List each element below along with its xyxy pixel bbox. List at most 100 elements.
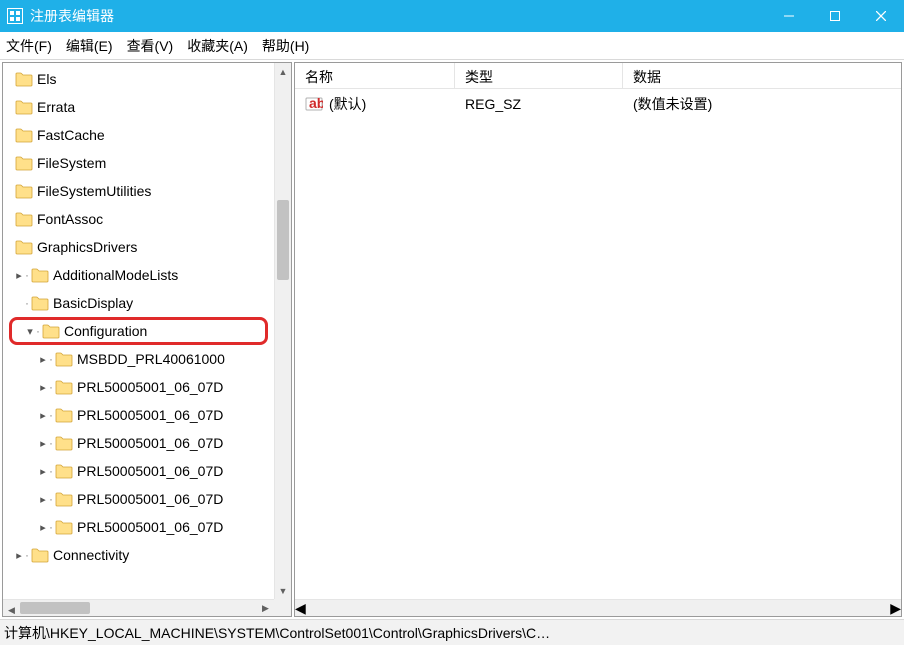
tree-hscroll-thumb[interactable] bbox=[20, 602, 90, 614]
tree-item-label: PRL50005001_06_07D bbox=[77, 435, 223, 451]
column-header-name[interactable]: 名称 bbox=[295, 63, 455, 88]
tree-item-filesystem[interactable]: FileSystem bbox=[3, 149, 274, 177]
folder-icon bbox=[15, 128, 33, 143]
minimize-button[interactable] bbox=[766, 0, 812, 32]
tree-item-label: AdditionalModeLists bbox=[53, 267, 178, 283]
tree-expander-icon[interactable]: ▸ bbox=[37, 521, 49, 534]
tree-item-prl50005001-06-07d[interactable]: ▸·PRL50005001_06_07D bbox=[3, 513, 274, 541]
values-horizontal-scrollbar[interactable]: ◀ ▶ bbox=[295, 599, 901, 616]
tree-item-label: MSBDD_PRL40061000 bbox=[77, 351, 225, 367]
column-header-data[interactable]: 数据 bbox=[623, 63, 901, 88]
column-header-type[interactable]: 类型 bbox=[455, 63, 623, 88]
scroll-left-icon[interactable]: ◀ bbox=[3, 602, 20, 617]
menu-view[interactable]: 查看(V) bbox=[127, 36, 174, 56]
values-panel: 名称 类型 数据 ab(默认)REG_SZ(数值未设置) ◀ ▶ bbox=[294, 62, 902, 617]
main-area: Els Errata FastCacheFileSystemFileSystemUt… bbox=[0, 60, 904, 619]
tree-item-label: GraphicsDrivers bbox=[37, 239, 137, 255]
value-name: (默认) bbox=[329, 94, 366, 114]
value-data: (数值未设置) bbox=[623, 94, 901, 114]
tree-item-label: Connectivity bbox=[53, 547, 129, 563]
titlebar[interactable]: 注册表编辑器 bbox=[0, 0, 904, 32]
tree-item-label: PRL50005001_06_07D bbox=[77, 407, 223, 423]
folder-icon bbox=[55, 520, 73, 535]
tree-line: · bbox=[49, 352, 53, 366]
tree-item-prl50005001-06-07d[interactable]: ▸·PRL50005001_06_07D bbox=[3, 485, 274, 513]
tree-line: · bbox=[25, 296, 29, 310]
menu-edit[interactable]: 编辑(E) bbox=[66, 36, 113, 56]
tree-item-label: Els bbox=[37, 71, 56, 87]
close-button[interactable] bbox=[858, 0, 904, 32]
tree-item-configuration[interactable]: ▾·Configuration bbox=[9, 317, 268, 345]
tree-expander-icon[interactable]: ▸ bbox=[13, 549, 25, 562]
tree-line: · bbox=[49, 408, 53, 422]
tree-scroll-corner bbox=[274, 599, 291, 616]
value-type: REG_SZ bbox=[455, 96, 623, 112]
registry-tree: Els Errata FastCacheFileSystemFileSystemUt… bbox=[3, 63, 274, 569]
tree-line: · bbox=[25, 268, 29, 282]
scroll-up-icon[interactable]: ▲ bbox=[275, 63, 291, 80]
statusbar: 计算机\HKEY_LOCAL_MACHINE\SYSTEM\ControlSet… bbox=[0, 619, 904, 645]
tree-item-msbdd-prl40061000[interactable]: ▸· MSBDD_PRL40061000 bbox=[3, 345, 274, 373]
tree-item-graphicsdrivers[interactable]: GraphicsDrivers bbox=[3, 233, 274, 261]
folder-icon bbox=[55, 380, 73, 395]
folder-icon bbox=[31, 296, 49, 311]
tree-item-label: FontAssoc bbox=[37, 211, 103, 227]
tree-item-prl50005001-06-07d[interactable]: ▸·PRL50005001_06_07D bbox=[3, 457, 274, 485]
tree-expander-icon[interactable]: ▸ bbox=[13, 269, 25, 282]
tree-vertical-scrollbar[interactable]: ▲ ▼ bbox=[274, 63, 291, 599]
tree-item-prl50005001-06-07d[interactable]: ▸· PRL50005001_06_07D bbox=[3, 401, 274, 429]
values-body[interactable]: ab(默认)REG_SZ(数值未设置) bbox=[295, 89, 901, 599]
close-icon bbox=[876, 11, 886, 21]
tree-item-additionalmodelists[interactable]: ▸· AdditionalModeLists bbox=[3, 261, 274, 289]
folder-icon bbox=[55, 464, 73, 479]
tree-item-fontassoc[interactable]: FontAssoc bbox=[3, 205, 274, 233]
tree-expander-icon[interactable]: ▸ bbox=[37, 465, 49, 478]
value-row[interactable]: ab(默认)REG_SZ(数值未设置) bbox=[295, 89, 901, 119]
tree-item-connectivity[interactable]: ▸·Connectivity bbox=[3, 541, 274, 569]
tree-item-errata[interactable]: Errata bbox=[3, 93, 274, 121]
folder-icon bbox=[15, 156, 33, 171]
scroll-down-icon[interactable]: ▼ bbox=[275, 582, 291, 599]
folder-icon bbox=[31, 548, 49, 563]
tree-panel: Els Errata FastCacheFileSystemFileSystemUt… bbox=[2, 62, 292, 617]
tree-horizontal-scrollbar[interactable]: ◀ ▶ bbox=[3, 599, 274, 616]
values-header: 名称 类型 数据 bbox=[295, 63, 901, 89]
folder-icon bbox=[55, 408, 73, 423]
tree-vscroll-thumb[interactable] bbox=[277, 200, 289, 280]
tree-line: · bbox=[49, 520, 53, 534]
tree-expander-icon[interactable]: ▾ bbox=[24, 325, 36, 338]
tree-item-prl50005001-06-07d[interactable]: ▸·PRL50005001_06_07D bbox=[3, 373, 274, 401]
folder-icon bbox=[55, 352, 73, 367]
menubar: 文件(F) 编辑(E) 查看(V) 收藏夹(A) 帮助(H) bbox=[0, 32, 904, 60]
menu-help[interactable]: 帮助(H) bbox=[262, 36, 309, 56]
tree-item-prl50005001-06-07d[interactable]: ▸· PRL50005001_06_07D bbox=[3, 429, 274, 457]
maximize-button[interactable] bbox=[812, 0, 858, 32]
menu-favorites[interactable]: 收藏夹(A) bbox=[187, 36, 248, 56]
maximize-icon bbox=[830, 11, 840, 21]
folder-icon bbox=[55, 436, 73, 451]
tree-expander-icon[interactable]: ▸ bbox=[37, 493, 49, 506]
tree-line: · bbox=[49, 436, 53, 450]
tree-item-els[interactable]: Els bbox=[3, 65, 274, 93]
tree-item-label: Configuration bbox=[64, 323, 147, 339]
tree-item-label: Errata bbox=[37, 99, 75, 115]
minimize-icon bbox=[784, 11, 794, 21]
scroll-left-icon[interactable]: ◀ bbox=[295, 600, 306, 617]
tree-vscroll-track[interactable] bbox=[275, 80, 291, 582]
tree-expander-icon[interactable]: ▸ bbox=[37, 409, 49, 422]
menu-file[interactable]: 文件(F) bbox=[6, 36, 52, 56]
tree-hscroll-track[interactable] bbox=[20, 600, 257, 616]
tree-item-label: PRL50005001_06_07D bbox=[77, 463, 223, 479]
folder-icon bbox=[15, 240, 33, 255]
tree-item-fastcache[interactable]: FastCache bbox=[3, 121, 274, 149]
scroll-right-icon[interactable]: ▶ bbox=[890, 600, 901, 617]
tree-item-label: BasicDisplay bbox=[53, 295, 133, 311]
tree-expander-icon[interactable]: ▸ bbox=[37, 353, 49, 366]
scroll-right-icon[interactable]: ▶ bbox=[257, 600, 274, 617]
tree-expander-icon[interactable]: ▸ bbox=[37, 437, 49, 450]
tree-item-filesystemutilities[interactable]: FileSystemUtilities bbox=[3, 177, 274, 205]
folder-icon bbox=[15, 184, 33, 199]
tree-expander-icon[interactable]: ▸ bbox=[37, 381, 49, 394]
tree-scroll-area[interactable]: Els Errata FastCacheFileSystemFileSystemUt… bbox=[3, 63, 274, 599]
tree-item-basicdisplay[interactable]: · BasicDisplay bbox=[3, 289, 274, 317]
